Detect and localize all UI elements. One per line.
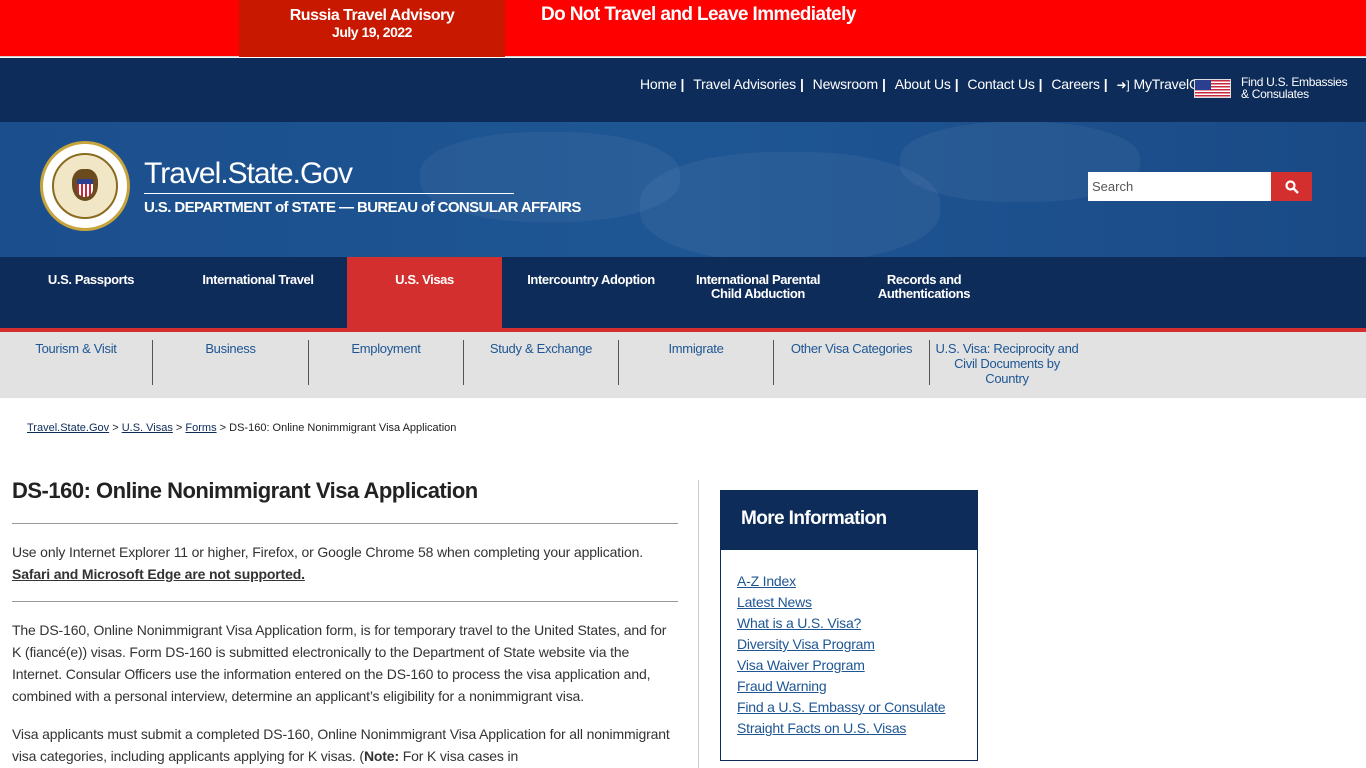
link-fraud-warning[interactable]: Fraud Warning bbox=[737, 678, 827, 694]
breadcrumb-separator: > bbox=[219, 422, 227, 434]
browser-note: Use only Internet Explorer 11 or higher,… bbox=[12, 541, 678, 585]
find-embassies-link[interactable]: Find U.S. Embassies & Consulates bbox=[1241, 76, 1351, 100]
search-button[interactable] bbox=[1271, 172, 1312, 201]
util-separator: | bbox=[1103, 76, 1108, 92]
subnav-employment[interactable]: Employment bbox=[309, 341, 463, 356]
subnav-tourism-visit[interactable]: Tourism & Visit bbox=[0, 341, 152, 356]
nav-us-passports[interactable]: U.S. Passports bbox=[14, 257, 168, 328]
util-separator: | bbox=[881, 76, 886, 92]
browser-note-text: Use only Internet Explorer 11 or higher,… bbox=[12, 544, 643, 560]
link-a-z-index[interactable]: A-Z Index bbox=[737, 573, 796, 589]
subnav-immigrate[interactable]: Immigrate bbox=[619, 341, 773, 356]
note-label: Note: bbox=[363, 748, 399, 764]
us-flag-icon[interactable] bbox=[1194, 79, 1231, 98]
subnav-reciprocity[interactable]: U.S. Visa: Reciprocity and Civil Documen… bbox=[934, 341, 1080, 386]
util-link-newsroom[interactable]: Newsroom bbox=[813, 76, 879, 92]
breadcrumb-separator: > bbox=[175, 422, 183, 434]
column-divider bbox=[698, 480, 699, 768]
list-item: Latest News bbox=[737, 592, 945, 613]
embassy-link-line2: & Consulates bbox=[1241, 87, 1309, 101]
nav-records-authentications[interactable]: Records and Authentications bbox=[847, 257, 1001, 328]
list-item: A-Z Index bbox=[737, 571, 945, 592]
link-straight-facts[interactable]: Straight Facts on U.S. Visas bbox=[737, 720, 906, 736]
list-item: Straight Facts on U.S. Visas bbox=[737, 718, 945, 739]
advisory-title: Russia Travel Advisory bbox=[289, 7, 455, 24]
list-item: Diversity Visa Program bbox=[737, 634, 945, 655]
requirement-paragraph: Visa applicants must submit a completed … bbox=[12, 723, 678, 767]
site-subtitle: U.S. DEPARTMENT of STATE — BUREAU of CON… bbox=[144, 199, 581, 216]
breadcrumb: Travel.State.Gov > U.S. Visas > Forms > … bbox=[27, 422, 456, 434]
intro-paragraph: The DS-160, Online Nonimmigrant Visa App… bbox=[12, 622, 667, 704]
util-separator: | bbox=[1038, 76, 1043, 92]
visa-sub-nav: Tourism & Visit Business Employment Stud… bbox=[0, 332, 1366, 398]
world-map-shape bbox=[640, 152, 940, 257]
russia-advisory-link[interactable]: Russia Travel Advisory July 19, 2022 bbox=[239, 0, 505, 57]
list-item: Visa Waiver Program bbox=[737, 655, 945, 676]
site-title[interactable]: Travel.State.Gov bbox=[144, 157, 353, 191]
search-input[interactable] bbox=[1088, 172, 1271, 201]
search-icon bbox=[1284, 179, 1299, 194]
department-of-state-seal-icon[interactable] bbox=[40, 141, 130, 231]
list-item: Find a U.S. Embassy or Consulate bbox=[737, 697, 946, 718]
content-divider bbox=[12, 601, 678, 602]
breadcrumb-separator: > bbox=[112, 422, 119, 434]
more-information-box: More Information A-Z Index Latest News W… bbox=[720, 490, 978, 761]
breadcrumb-current: DS-160: Online Nonimmigrant Visa Applica… bbox=[229, 422, 457, 434]
advisory-date: July 19, 2022 bbox=[332, 24, 412, 40]
sign-in-icon: ➜] bbox=[1116, 78, 1130, 92]
list-item: What is a U.S. Visa? bbox=[737, 613, 945, 634]
utility-nav: Home | Travel Advisories | Newsroom | About… bbox=[0, 58, 1366, 122]
breadcrumb-forms[interactable]: Forms bbox=[185, 422, 216, 434]
subnav-other-visa-categories[interactable]: Other Visa Categories bbox=[774, 341, 929, 356]
advisory-message: Do Not Travel and Leave Immediately bbox=[541, 4, 856, 25]
util-separator: | bbox=[680, 76, 685, 92]
subnav-study-exchange[interactable]: Study & Exchange bbox=[464, 341, 618, 356]
link-latest-news[interactable]: Latest News bbox=[737, 594, 812, 610]
util-link-about-us[interactable]: About Us bbox=[895, 76, 951, 92]
site-header: Travel.State.Gov U.S. DEPARTMENT of STAT… bbox=[0, 122, 1366, 257]
link-diversity-visa[interactable]: Diversity Visa Program bbox=[737, 636, 875, 652]
requirement-text-rest: For K visa cases in bbox=[398, 748, 519, 764]
util-link-careers[interactable]: Careers bbox=[1051, 76, 1100, 92]
subnav-business[interactable]: Business bbox=[153, 341, 308, 356]
util-link-home[interactable]: Home bbox=[640, 76, 677, 92]
util-separator: | bbox=[954, 76, 959, 92]
nav-intercountry-adoption[interactable]: Intercountry Adoption bbox=[514, 257, 668, 328]
util-link-travel-advisories[interactable]: Travel Advisories bbox=[693, 76, 796, 92]
util-separator: | bbox=[799, 76, 804, 92]
nav-international-travel[interactable]: International Travel bbox=[181, 257, 335, 328]
more-information-heading: More Information bbox=[721, 491, 977, 550]
main-nav: U.S. Passports International Travel U.S.… bbox=[0, 257, 1366, 328]
browser-warning-link[interactable]: Safari and Microsoft Edge are not suppor… bbox=[12, 566, 305, 582]
list-item: Fraud Warning bbox=[737, 676, 945, 697]
breadcrumb-home[interactable]: Travel.State.Gov bbox=[27, 422, 109, 434]
util-link-contact-us[interactable]: Contact Us bbox=[967, 76, 1034, 92]
breadcrumb-us-visas[interactable]: U.S. Visas bbox=[122, 422, 173, 434]
more-information-list: A-Z Index Latest News What is a U.S. Vis… bbox=[737, 571, 946, 739]
title-divider bbox=[144, 193, 514, 194]
nav-parental-child-abduction[interactable]: International Parental Child Abduction bbox=[681, 257, 835, 328]
page-title: DS-160: Online Nonimmigrant Visa Applica… bbox=[12, 478, 478, 503]
link-find-embassy[interactable]: Find a U.S. Embassy or Consulate bbox=[737, 699, 946, 715]
requirement-text: Visa applicants must submit a completed … bbox=[12, 726, 670, 764]
content-divider bbox=[12, 523, 678, 524]
travel-alert-bar: Russia Travel Advisory July 19, 2022 Do … bbox=[0, 0, 1366, 57]
link-visa-waiver[interactable]: Visa Waiver Program bbox=[737, 657, 865, 673]
link-what-is-visa[interactable]: What is a U.S. Visa? bbox=[737, 615, 861, 631]
nav-us-visas[interactable]: U.S. Visas bbox=[347, 257, 502, 328]
subnav-divider bbox=[929, 340, 930, 385]
